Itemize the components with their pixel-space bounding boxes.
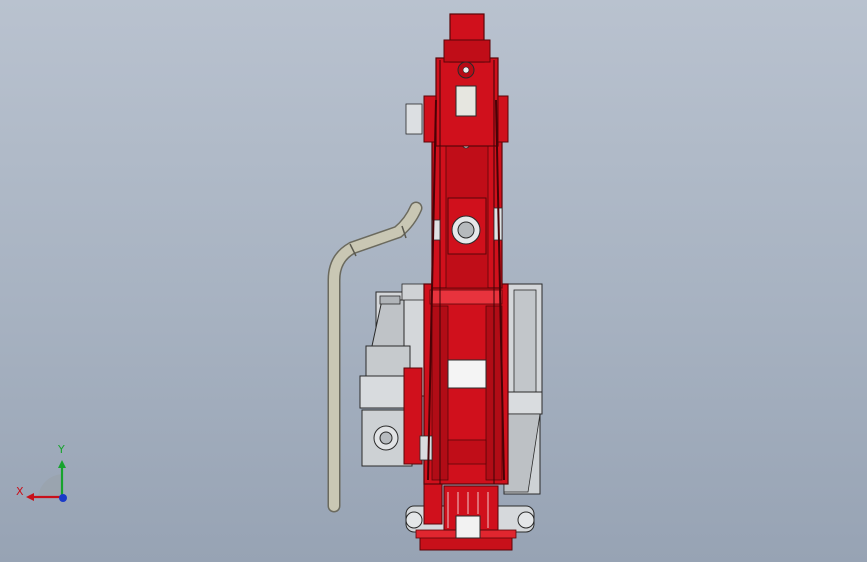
upper-arm[interactable] [431, 135, 503, 289]
coordinate-triad [26, 460, 67, 502]
axis-x-label: X [16, 485, 24, 498]
axis-z-origin-icon [59, 494, 67, 502]
axis-y-label: Y [58, 443, 65, 456]
robot-arm-model[interactable] [0, 0, 867, 562]
wrist-head[interactable] [405, 13, 509, 147]
cad-viewport[interactable]: X Y [0, 0, 867, 562]
axis-y-arrowhead-icon [58, 460, 66, 468]
axis-x-arrowhead-icon [26, 493, 34, 501]
